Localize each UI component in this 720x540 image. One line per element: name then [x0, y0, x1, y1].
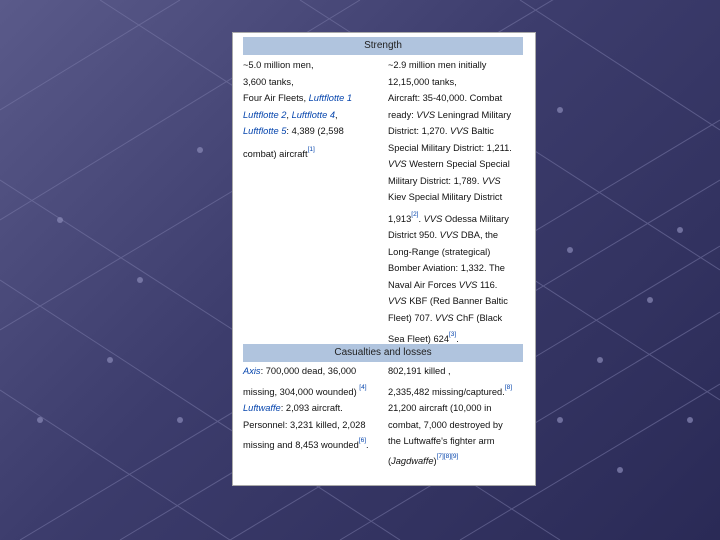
- strength-right-line: Fleet) 707. VVS ChF (Black: [388, 310, 526, 327]
- strength-right-line: Special Military District: 1,211.: [388, 142, 512, 153]
- strength-right-line: District: 1,270. VVS Baltic: [388, 123, 526, 140]
- strength-right-column: ~2.9 million men initially 12,15,000 tan…: [388, 57, 526, 348]
- text: Military District: 1,789.: [388, 175, 483, 186]
- casualties-left-line: missing and 8,453 wounded[6].: [243, 437, 383, 454]
- strength-left-text: combat) aircraft: [243, 148, 308, 159]
- vvs-text: VVS: [423, 213, 443, 224]
- strength-right-line: ~2.9 million men initially: [388, 60, 487, 70]
- casualties-left-line: Personnel: 3,231 killed, 2,028: [243, 419, 366, 430]
- jagdwaffe-text: Jagdwaffe: [391, 455, 434, 466]
- strength-right-line: ready: VVS Leningrad Military: [388, 107, 526, 124]
- text: .: [366, 440, 369, 450]
- strength-right-line: Naval Air Forces VVS 116.: [388, 277, 526, 294]
- axis-link[interactable]: Axis: [243, 366, 261, 376]
- vvs-text: VVS: [450, 126, 469, 136]
- text: Sea Fleet) 624: [388, 334, 449, 344]
- strength-right-line: District 950. VVS DBA, the: [388, 227, 526, 244]
- citation-link[interactable]: [1]: [308, 146, 315, 153]
- casualties-left-line: missing, 304,000 wounded) [4]: [243, 384, 383, 401]
- text: District 950.: [388, 230, 440, 240]
- text: District: 1,270.: [388, 126, 451, 136]
- strength-right-line: Bomber Aviation: 1,332. The: [388, 263, 505, 273]
- strength-right-line: VVS KBF (Red Banner Baltic: [388, 293, 526, 310]
- strength-right-line: Military District: 1,789. VVS: [388, 173, 526, 190]
- casualties-right-line: 802,191 killed ,: [388, 366, 451, 376]
- text: .: [456, 334, 459, 344]
- strength-left-line: Luftflotte 5: 4,389 (2,598: [243, 123, 383, 140]
- citation-link[interactable]: [4]: [359, 384, 366, 391]
- casualties-left-line: Luftwaffe: 2,093 aircraft.: [243, 400, 383, 417]
- citation-link[interactable]: [6]: [359, 437, 366, 444]
- luftflotte-1-link[interactable]: Luftflotte 1: [309, 93, 352, 103]
- casualties-header: Casualties and losses: [243, 344, 523, 362]
- vvs-text: VVS: [439, 230, 459, 240]
- text: Leningrad Military: [435, 109, 511, 120]
- text: KBF (Red Banner Baltic: [406, 296, 508, 306]
- casualties-right-line: 21,200 aircraft (10,000 in: [388, 403, 492, 413]
- vvs-text: VVS: [458, 279, 478, 290]
- text: : 2,093 aircraft.: [280, 403, 343, 413]
- strength-left-line: ~5.0 million men,: [243, 60, 314, 70]
- citation-link[interactable]: [2]: [411, 211, 418, 218]
- strength-left-line: combat) aircraft[1]: [243, 146, 383, 163]
- strength-left-line: 3,600 tanks,: [243, 76, 294, 87]
- vvs-text: VVS: [482, 175, 501, 186]
- text: DBA, the: [458, 230, 499, 240]
- strength-left-text: Four Air Fleets,: [243, 93, 307, 103]
- strength-left-text: : 4,389 (2,598: [286, 126, 344, 136]
- strength-right-line: Aircraft: 35-40,000. Combat: [388, 93, 503, 103]
- text: ChF (Black: [453, 312, 503, 323]
- text: Baltic: [468, 126, 494, 136]
- strength-left-line: Four Air Fleets, Luftflotte 1: [243, 90, 383, 107]
- strength-right-line: 1,913[2]. VVS Odessa Military: [388, 211, 526, 228]
- infobox-card: Strength ~5.0 million men, 3,600 tanks, …: [232, 32, 536, 486]
- text: 116.: [477, 279, 498, 290]
- luftflotte-5-link[interactable]: Luftflotte 5: [243, 126, 286, 136]
- text: Naval Air Forces: [388, 279, 459, 290]
- text: 1,913: [388, 213, 412, 224]
- vvs-text: VVS: [416, 109, 436, 120]
- casualties-left-column: Axis: 700,000 dead, 36,000 missing, 304,…: [243, 363, 383, 454]
- casualties-left-line: Axis: 700,000 dead, 36,000: [243, 363, 383, 380]
- citation-link[interactable]: [8]: [505, 384, 512, 391]
- strength-left-column: ~5.0 million men, 3,600 tanks, Four Air …: [243, 57, 383, 162]
- strength-left-line: Luftflotte 2, Luftflotte 4,: [243, 109, 338, 120]
- strength-right-line: Kiev Special Military District: [388, 192, 503, 202]
- casualties-right-column: 802,191 killed , 2,335,482 missing/captu…: [388, 363, 526, 469]
- casualties-right-line: 2,335,482 missing/captured.[8]: [388, 384, 526, 401]
- strength-right-line: Long-Range (strategical): [388, 246, 491, 257]
- strength-header: Strength: [243, 37, 523, 55]
- luftwaffe-link[interactable]: Luftwaffe: [243, 403, 281, 413]
- casualties-right-line: combat, 7,000 destroyed by: [388, 419, 503, 430]
- text: : 700,000 dead, 36,000: [260, 366, 357, 376]
- casualties-right-line: (Jagdwaffe)[7][8][9]: [388, 453, 526, 470]
- strength-right-line: 12,15,000 tanks,: [388, 76, 457, 87]
- text: Western Special Special: [406, 159, 510, 169]
- luftflotte-2-link[interactable]: Luftflotte 2: [243, 110, 286, 120]
- text: 2,335,482 missing/captured.: [388, 386, 505, 397]
- vvs-text: VVS: [388, 296, 407, 306]
- text: Fleet) 707.: [388, 312, 436, 323]
- text: Odessa Military: [442, 213, 509, 224]
- text: missing, 304,000 wounded): [243, 386, 360, 397]
- luftflotte-4-link[interactable]: Luftflotte 4: [292, 110, 335, 120]
- casualties-right-line: the Luftwaffe's fighter arm: [388, 436, 495, 446]
- vvs-text: VVS: [388, 159, 407, 169]
- vvs-text: VVS: [435, 312, 454, 323]
- citation-link[interactable]: [7][8][9]: [437, 453, 459, 460]
- strength-right-line: VVS Western Special Special: [388, 156, 526, 173]
- text: ready:: [388, 109, 417, 120]
- text: missing and 8,453 wounded: [243, 440, 359, 450]
